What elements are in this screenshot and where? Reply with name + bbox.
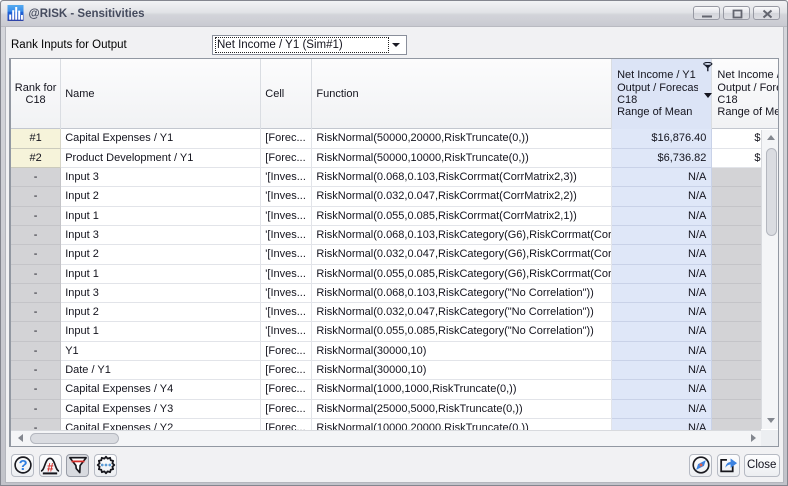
svg-text:#: # xyxy=(47,461,54,474)
svg-text:?: ? xyxy=(18,458,27,474)
